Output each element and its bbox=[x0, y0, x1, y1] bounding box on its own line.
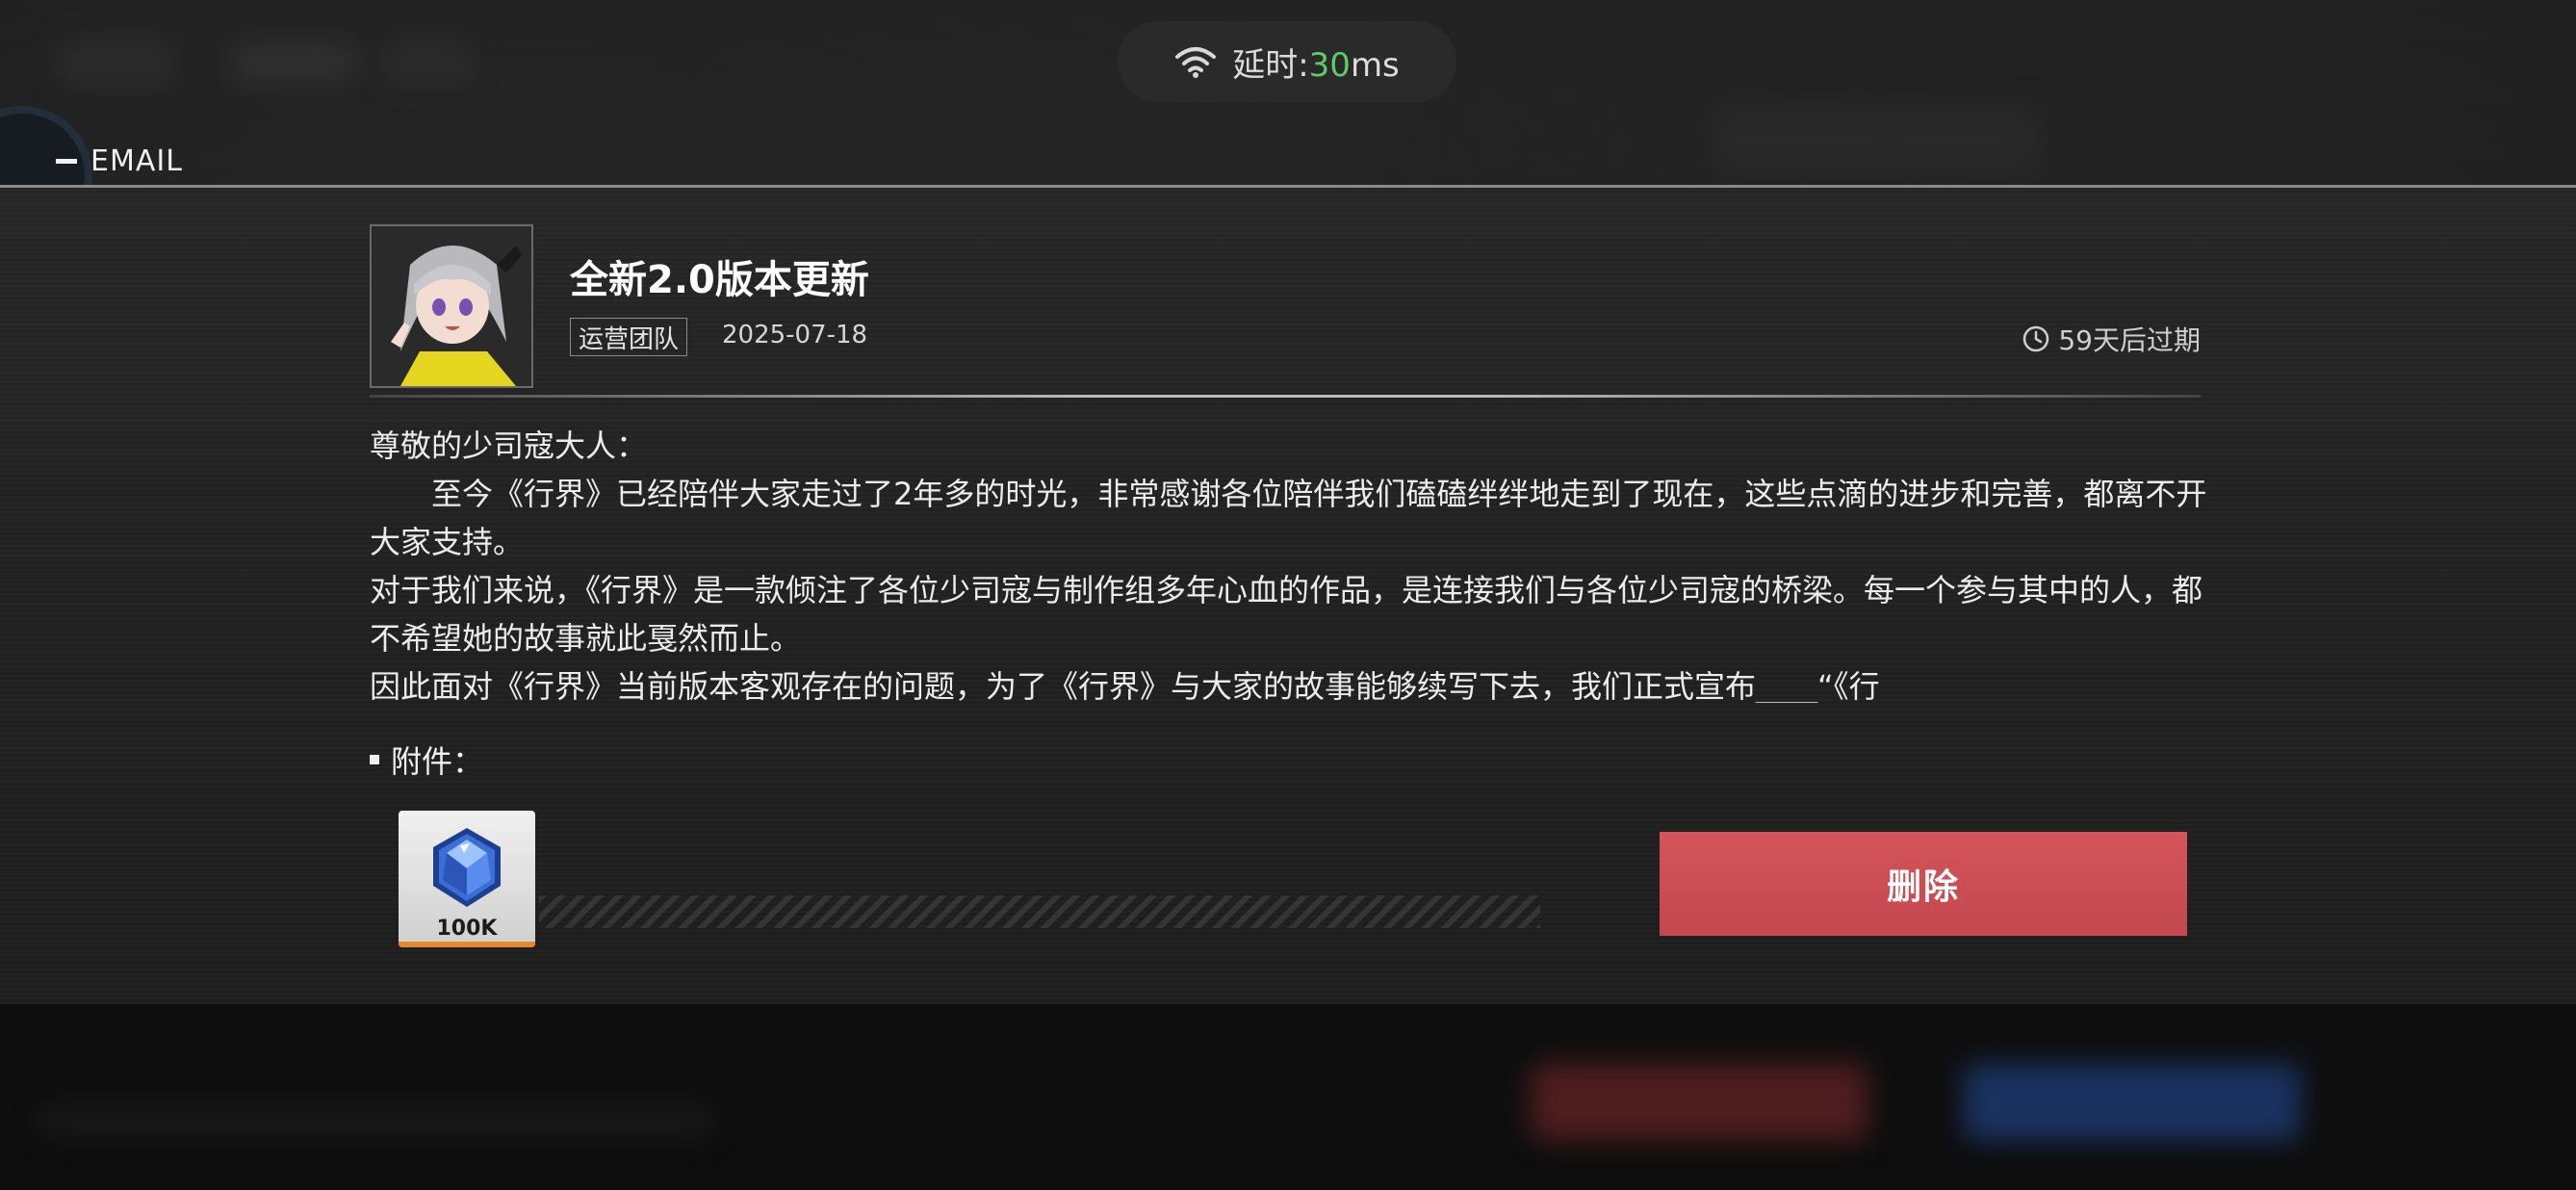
sender-avatar bbox=[370, 224, 533, 388]
background-header-bar bbox=[1713, 106, 2041, 173]
background-red-button bbox=[1531, 1064, 1868, 1141]
email-screen: 延时:30ms EMAIL 全新2.0版本更新 运营团队 2025-07-18 … bbox=[0, 0, 2576, 1190]
header-dash-icon bbox=[56, 159, 77, 164]
wifi-icon bbox=[1175, 47, 1217, 78]
delete-button[interactable]: 删除 bbox=[1660, 832, 2187, 936]
latency-value: 30 bbox=[1308, 45, 1351, 85]
expiry-text: 59天后过期 bbox=[2058, 324, 2201, 356]
mail-body[interactable]: 尊敬的少司寇大人： 至今《行界》已经陪伴大家走过了2年多的时光，非常感谢各位陪伴… bbox=[370, 422, 2208, 703]
clock-icon bbox=[2023, 325, 2049, 352]
mail-date: 2025-07-18 bbox=[722, 321, 868, 349]
background-blue-button bbox=[1964, 1064, 2301, 1141]
attachments-label-text: 附件： bbox=[391, 743, 484, 780]
latency-unit: ms bbox=[1350, 45, 1400, 85]
latency-text: 延时:30ms bbox=[1232, 39, 1400, 86]
bullet-square-icon bbox=[370, 755, 379, 764]
mail-body-paragraph: 因此面对《行界》当前版本客观存在的问题，为了《行界》与大家的故事能够续写下去，我… bbox=[370, 668, 1880, 703]
background-tab bbox=[231, 43, 356, 82]
attachment-quantity: 100K bbox=[399, 915, 535, 947]
decorative-hatch bbox=[539, 895, 1540, 928]
background-tab bbox=[385, 43, 472, 82]
section-title: EMAIL bbox=[90, 144, 183, 178]
mail-body-paragraph: 对于我们来说，《行界》是一款倾注了各位少司寇与制作组多年心血的作品，是连接我们与… bbox=[370, 572, 2203, 657]
expiry-info: 59天后过期 bbox=[2022, 320, 2201, 358]
background-footer-text bbox=[39, 1107, 712, 1136]
latency-label: 延时: bbox=[1232, 45, 1309, 85]
blue-crystal-icon bbox=[433, 828, 501, 907]
background-back-button bbox=[58, 39, 173, 87]
mail-title: 全新2.0版本更新 bbox=[570, 258, 869, 302]
attachment-item[interactable]: 100K bbox=[399, 811, 535, 947]
anime-girl-avatar-icon bbox=[372, 226, 531, 386]
header-divider bbox=[370, 395, 2201, 398]
attachments-label: 附件： bbox=[370, 737, 483, 782]
latency-indicator: 延时:30ms bbox=[1118, 21, 1456, 102]
email-section-header: EMAIL bbox=[56, 144, 183, 178]
mail-body-paragraph: 至今《行界》已经陪伴大家走过了2年多的时光，非常感谢各位陪伴我们磕磕绊绊地走到了… bbox=[370, 476, 2207, 560]
mail-body-greeting: 尊敬的少司寇大人： bbox=[370, 427, 648, 464]
sender-tag: 运营团队 bbox=[570, 318, 688, 356]
